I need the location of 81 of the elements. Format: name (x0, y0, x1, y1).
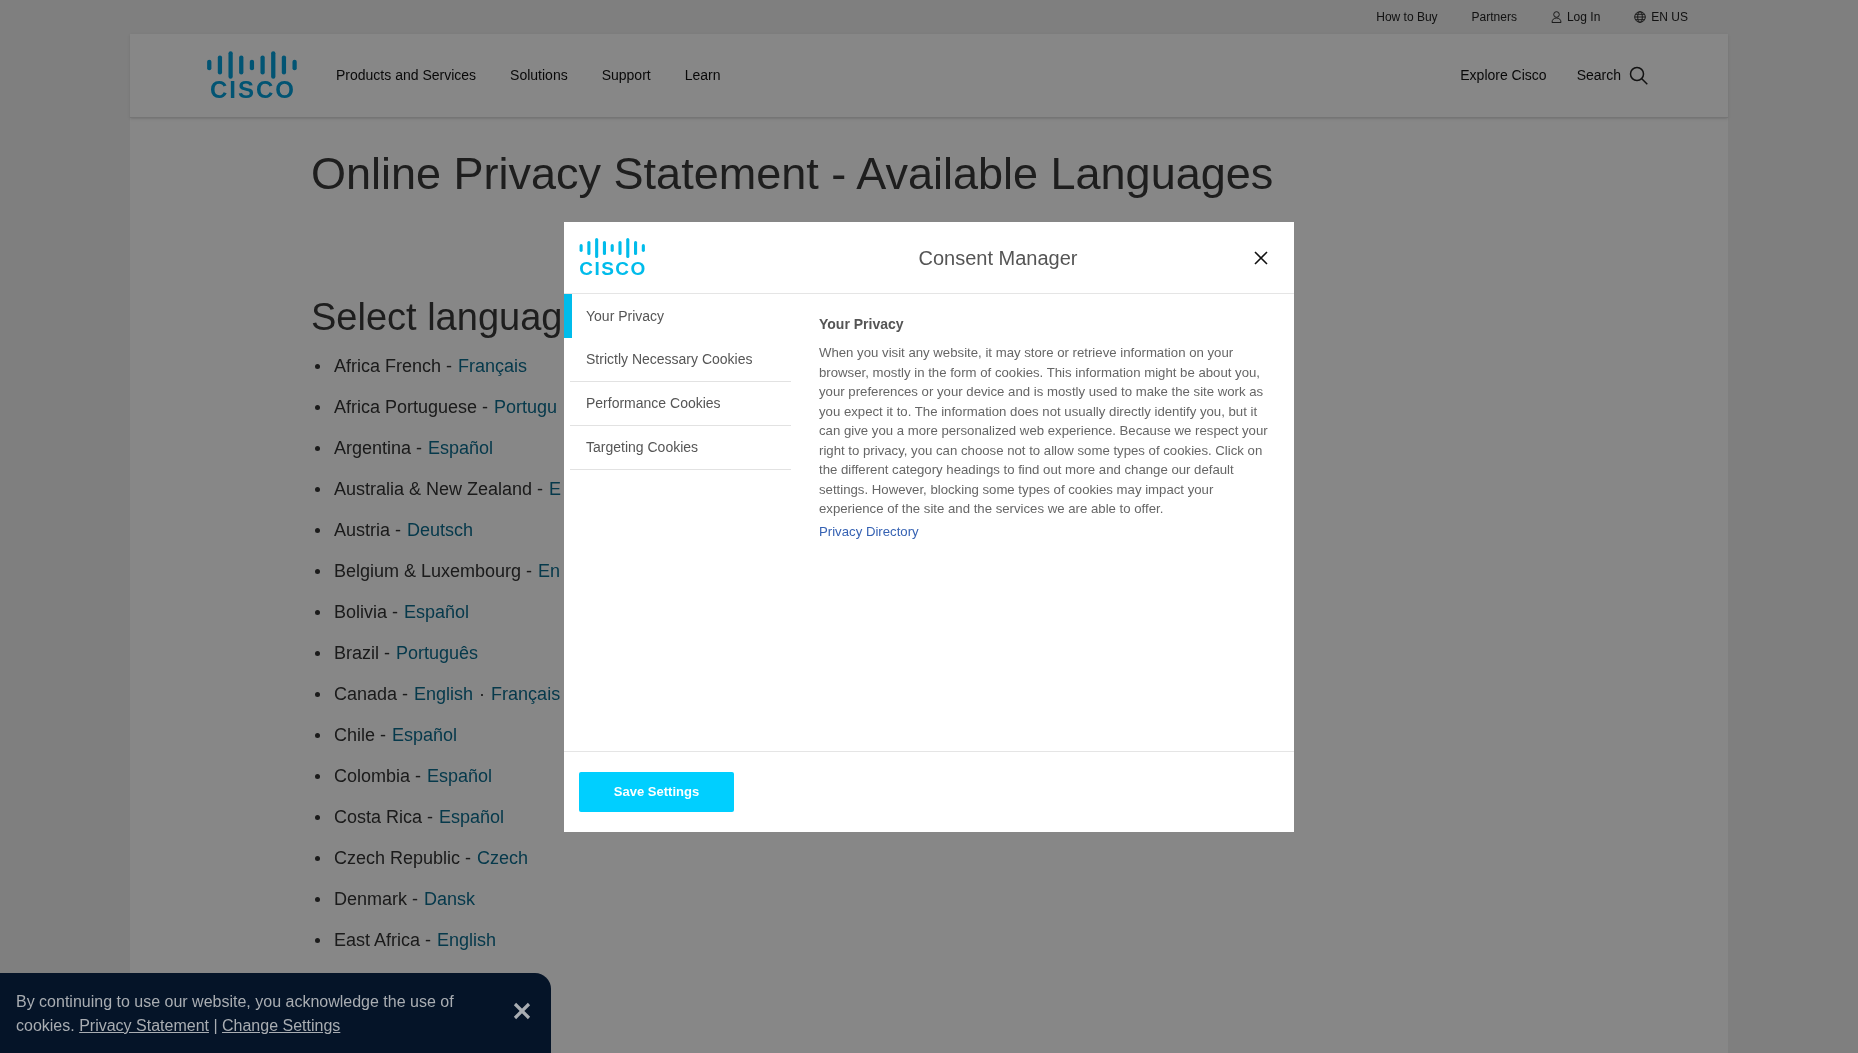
language-link[interactable]: Español (392, 721, 458, 749)
region-label: Austria - (334, 518, 402, 542)
region-label: Canada - (334, 682, 409, 706)
cookie-link[interactable]: Change Settings (222, 1017, 341, 1034)
search-button[interactable]: Search (1576, 65, 1648, 86)
bullet-icon (315, 896, 320, 902)
category-tab[interactable]: Your Privacy (564, 294, 785, 338)
language-link[interactable]: Español (427, 762, 493, 790)
bullet-icon (315, 773, 320, 779)
language-link[interactable]: Portugu (494, 393, 558, 421)
save-settings-button[interactable]: Save Settings (579, 772, 734, 812)
language-link[interactable]: Français (491, 680, 561, 708)
bullet-icon (315, 937, 320, 943)
bullet-icon (315, 363, 320, 369)
region-label: Africa Portuguese - (334, 395, 489, 419)
category-tab[interactable]: Performance Cookies (570, 382, 791, 426)
region-label: East Africa - (334, 928, 432, 952)
bullet-icon (315, 814, 320, 820)
separator-dot: · (479, 682, 486, 706)
region-label: Bolivia - (334, 600, 399, 624)
close-button[interactable] (1254, 249, 1270, 266)
language-link[interactable]: Português (396, 639, 479, 667)
close-icon (513, 1002, 531, 1020)
region-label: Chile - (334, 723, 386, 747)
region-label: Australia & New Zealand - (334, 477, 544, 501)
nav-link[interactable]: Explore Cisco (1460, 65, 1547, 86)
bullet-icon (315, 486, 320, 492)
privacy-description: When you visit any website, it may store or retrieve information on your browser, mostly in the form of cookies. This information might be about you, your preferences or your device and is mostly used to make the site work as you expect it to. The information does not usually directly identify you, but it can give you a more personalized web experience. Because we respect your right to privacy, you can choose not to allow some types of cookies. Click on the different category headings to find out more and change our default settings. However, blocking some types of cookies may impact your experience of the site and the services we are able to offer. (819, 344, 1269, 518)
close-button[interactable] (513, 1002, 531, 1020)
bullet-icon (315, 732, 320, 738)
region-label: Denmark - (334, 887, 418, 911)
category-tab[interactable]: Strictly Necessary Cookies (570, 338, 791, 382)
bullet-icon (315, 404, 320, 410)
region-label: Czech Republic - (334, 846, 472, 870)
language-link[interactable]: E (549, 475, 562, 503)
bars-icon (578, 237, 648, 259)
nav-link[interactable]: Solutions (510, 65, 568, 86)
close-icon (1254, 250, 1268, 265)
language-link[interactable]: English (414, 680, 474, 708)
nav-link[interactable]: Products and Services (336, 65, 477, 86)
region-label: Brazil - (334, 641, 390, 665)
content-heading: Your Privacy (819, 315, 905, 334)
top-bar-link[interactable]: Log In (1550, 8, 1601, 26)
cisco-logo[interactable]: CISCO (578, 237, 648, 278)
language-link[interactable]: Deutsch (407, 516, 474, 544)
section-heading: Select languag (311, 295, 563, 341)
language-link[interactable]: En (538, 557, 561, 585)
privacy-directory-link[interactable]: Privacy Directory (819, 523, 919, 539)
language-link[interactable]: Español (404, 598, 470, 626)
category-tab[interactable]: Targeting Cookies (570, 426, 791, 470)
cookie-link[interactable]: Privacy Statement (79, 1017, 209, 1034)
bullet-icon (315, 609, 320, 615)
person-icon (1550, 11, 1562, 23)
top-bar-link[interactable]: Partners (1471, 8, 1517, 26)
cisco-logo[interactable]: CISCO (205, 49, 301, 102)
region-label: Colombia - (334, 764, 422, 788)
region-label: Costa Rica - (334, 805, 434, 829)
region-label: Argentina - (334, 436, 423, 460)
language-link[interactable]: Español (428, 434, 494, 462)
language-link[interactable]: Czech (477, 844, 529, 872)
region-label: Africa French - (334, 354, 453, 378)
cookie-notice-text: By continuing to use our website, you acknowledge the use of cookies. Privacy Statement | Change Settings (16, 992, 455, 1036)
language-link[interactable]: Español (439, 803, 505, 831)
language-link[interactable]: Français (458, 352, 528, 380)
bullet-icon (315, 855, 320, 861)
search-icon (1629, 66, 1648, 85)
nav-link[interactable]: Learn (684, 65, 721, 86)
language-link[interactable]: English (437, 926, 497, 954)
bullet-icon (315, 527, 320, 533)
globe-icon (1634, 11, 1647, 23)
top-bar-link[interactable]: How to Buy (1376, 8, 1438, 26)
bullet-icon (315, 691, 320, 697)
region-label: Belgium & Luxembourg - (334, 559, 533, 583)
bullet-icon (315, 445, 320, 451)
top-bar-link[interactable]: EN US (1634, 8, 1688, 26)
page-title: Online Privacy Statement - Available Languages (311, 147, 1275, 201)
language-link[interactable]: Dansk (424, 885, 476, 913)
bullet-icon (315, 650, 320, 656)
dialog-title: Consent Manager (918, 245, 1078, 271)
bullet-icon (315, 568, 320, 574)
nav-link[interactable]: Support (601, 65, 651, 86)
